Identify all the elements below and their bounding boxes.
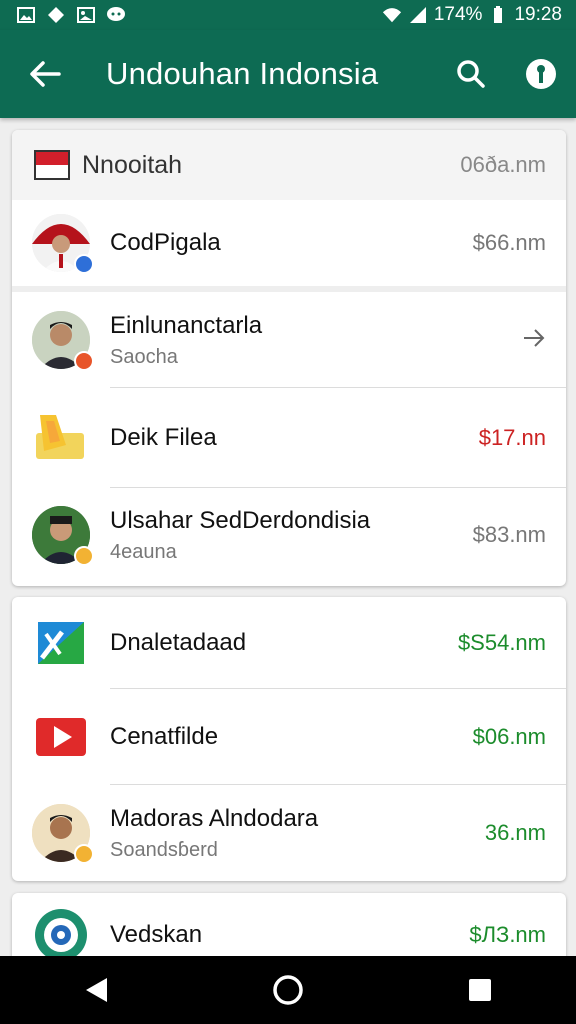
item-amount: $06.nm: [472, 724, 546, 749]
section-title: Nnooitah: [82, 150, 183, 179]
file-folder-icon: [32, 409, 90, 467]
avatar: [32, 311, 94, 371]
section-header: Nnooitah 06ða.nm: [12, 130, 566, 200]
app-badge-icon: [74, 546, 94, 566]
app-logo-icon: [32, 614, 90, 672]
nav-home-button[interactable]: [258, 960, 318, 1020]
video-play-icon: [32, 708, 90, 766]
page-title: Undouhan Indonsia: [106, 56, 379, 91]
battery-percent: 174%: [433, 4, 483, 25]
list-item[interactable]: CodPigala $66.nm: [12, 200, 566, 286]
nav-recents-button[interactable]: [450, 960, 510, 1020]
list-item[interactable]: Dnaletadaad $S54.nm: [12, 597, 566, 689]
arrow-left-icon: [30, 61, 61, 87]
info-button[interactable]: [506, 30, 576, 118]
nav-back-button[interactable]: [66, 960, 126, 1020]
app-badge-icon: [74, 351, 94, 371]
indonesia-flag-icon: [34, 150, 70, 180]
item-name: Einlunanctarla: [110, 311, 263, 339]
item-name: Dnaletadaad: [110, 629, 247, 656]
item-subtitle: Saocha: [110, 345, 178, 368]
list-item[interactable]: Ulsahar SedDerdondisia 4eauna $83.nm: [12, 488, 566, 582]
avatar: [32, 506, 94, 566]
app-badge-icon: [74, 254, 94, 274]
battery-icon: [488, 6, 508, 24]
item-amount: $17.nn: [478, 425, 546, 450]
avatar: [32, 804, 94, 864]
system-nav-bar: [0, 956, 576, 1024]
square-recents-icon: [469, 979, 491, 1001]
app-badge-icon: [74, 844, 94, 864]
item-name: CodPigala: [110, 229, 221, 256]
list-item[interactable]: Deik Filea $17.nn: [12, 388, 566, 488]
list-item[interactable]: Madoras Alndodara Soandsɓerd 36.nm: [12, 785, 566, 881]
clock: 19:28: [514, 4, 562, 25]
app-bar: Undouhan Indonsia: [0, 30, 576, 118]
section-time: 06ða.nm: [460, 152, 546, 177]
item-name: Deik Filea: [110, 424, 217, 451]
signal-icon: [408, 6, 428, 24]
info-icon: [526, 59, 556, 89]
item-name: Vedskan: [110, 921, 203, 948]
item-subtitle: Soandsɓerd: [110, 838, 218, 861]
item-name: Madoras Alndodara: [110, 804, 319, 832]
item-name: Cenatfilde: [110, 723, 219, 750]
chat-notification-icon: [106, 6, 126, 24]
search-button[interactable]: [436, 30, 506, 118]
status-bar: 174% 19:28: [0, 0, 576, 30]
wifi-icon: [382, 6, 402, 24]
image-notification-icon: [16, 6, 36, 24]
circle-home-icon: [273, 975, 303, 1005]
list-item[interactable]: Cenatfilde $06.nm: [12, 689, 566, 785]
gallery-notification-icon: [76, 6, 96, 24]
item-amount: $66.nm: [472, 230, 546, 255]
search-icon: [457, 60, 485, 88]
chevron-right-icon: [522, 327, 546, 354]
back-button[interactable]: [0, 30, 90, 118]
item-amount: $ЛЗ.nm: [469, 922, 546, 947]
diamond-notification-icon: [46, 6, 66, 24]
avatar: [32, 214, 94, 274]
item-name: Ulsahar SedDerdondisia: [110, 506, 371, 534]
triangle-back-icon: [86, 978, 107, 1002]
transaction-card-indonesia: Nnooitah 06ða.nm CodPigala $66.nm Einlun…: [12, 130, 566, 586]
item-subtitle: 4eauna: [110, 540, 177, 563]
item-amount: 36.nm: [484, 820, 546, 845]
list-item[interactable]: Einlunanctarla Saocha: [12, 292, 566, 388]
transaction-card: Dnaletadaad $S54.nm Cenatfilde $06.nm Ma…: [12, 597, 566, 881]
item-amount: $83.nm: [472, 522, 546, 547]
item-amount: $S54.nm: [457, 630, 546, 655]
